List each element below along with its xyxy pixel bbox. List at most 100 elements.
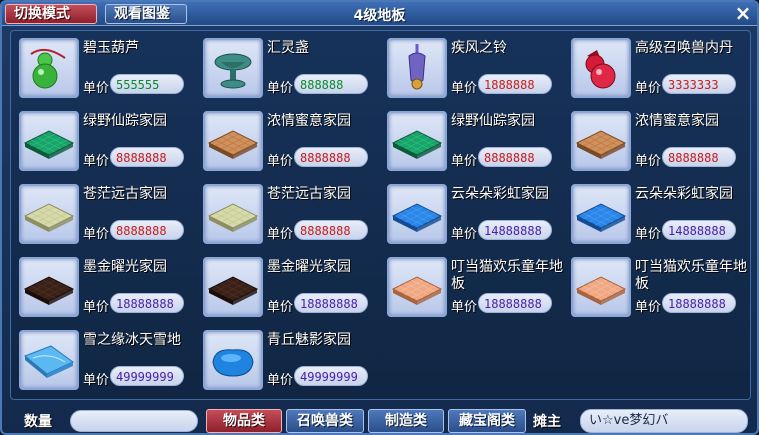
price-value: 8888888 — [294, 147, 368, 167]
stall-window: 切换模式 观看图鉴 4级地板 × 碧玉葫芦 单价 555555 汇灵盏 单价 888888… — [0, 0, 759, 435]
item-name: 墨金曜光家园 — [267, 259, 351, 275]
green-floor-icon[interactable] — [19, 111, 79, 171]
price-label: 单价 — [83, 373, 110, 388]
beige-floor-icon[interactable] — [19, 184, 79, 244]
item-name: 云朵朵彩虹家园 — [451, 186, 549, 202]
blue-blob-icon[interactable] — [203, 330, 263, 390]
price-label: 单价 — [451, 227, 478, 242]
price-label: 单价 — [83, 81, 110, 96]
item-slot[interactable]: 苍茫远古家园 单价 8888888 — [15, 180, 197, 250]
price-label: 单价 — [83, 154, 110, 169]
price-value: 8888888 — [478, 147, 552, 167]
item-name: 苍茫远古家园 — [83, 186, 167, 202]
price-label: 单价 — [267, 154, 294, 169]
item-slot[interactable]: 碧玉葫芦 单价 555555 — [15, 34, 197, 104]
price-value: 8888888 — [110, 220, 184, 240]
tab-treasure[interactable]: 藏宝阁类 — [448, 409, 526, 433]
price-value: 49999999 — [110, 366, 184, 386]
item-slot[interactable]: 墨金曜光家园 单价 18888888 — [199, 253, 381, 323]
peach-floor-icon[interactable] — [387, 257, 447, 317]
price-label: 单价 — [83, 227, 110, 242]
brown-floor-icon[interactable] — [571, 111, 631, 171]
item-slot[interactable]: 浓情蜜意家园 单价 8888888 — [567, 107, 749, 177]
tab-items[interactable]: 物品类 — [206, 409, 282, 433]
price-value: 888888 — [294, 74, 368, 94]
quantity-input[interactable] — [70, 410, 198, 432]
quantity-label: 数量 — [24, 414, 52, 430]
price-value: 555555 — [110, 74, 184, 94]
item-slot[interactable]: 绿野仙踪家园 单价 8888888 — [383, 107, 565, 177]
item-slot[interactable]: 高级召唤兽内丹 单价 3333333 — [567, 34, 749, 104]
owner-name: い☆ve梦幻バ — [580, 409, 748, 433]
item-slot[interactable]: 墨金曜光家园 单价 18888888 — [15, 253, 197, 323]
item-slot[interactable]: 雪之缘冰天雪地 单价 49999999 — [15, 326, 197, 396]
price-value: 8888888 — [110, 147, 184, 167]
item-slot[interactable]: 绿野仙踪家园 单价 8888888 — [15, 107, 197, 177]
price-label: 单价 — [635, 81, 662, 96]
price-label: 单价 — [451, 81, 478, 96]
price-value: 18888888 — [294, 293, 368, 313]
price-label: 单价 — [83, 300, 110, 315]
item-name: 浓情蜜意家园 — [267, 113, 351, 129]
item-grid: 碧玉葫芦 单价 555555 汇灵盏 单价 888888 疾风之铃 单价 1888888 高级召唤… — [10, 30, 751, 400]
item-slot[interactable]: 叮当猫欢乐童年地板单价 18888888 — [567, 253, 749, 323]
item-name: 绿野仙踪家园 — [83, 113, 167, 129]
item-name: 汇灵盏 — [267, 40, 309, 56]
item-slot[interactable]: 云朵朵彩虹家园 单价 14888888 — [567, 180, 749, 250]
price-value: 1888888 — [478, 74, 552, 94]
item-name: 苍茫远古家园 — [267, 186, 351, 202]
price-label: 单价 — [635, 300, 662, 315]
item-slot[interactable]: 浓情蜜意家园 单价 8888888 — [199, 107, 381, 177]
black-floor-icon[interactable] — [203, 257, 263, 317]
ice-floor-icon[interactable] — [19, 330, 79, 390]
bell-icon[interactable] — [387, 38, 447, 98]
peach-floor-icon[interactable] — [571, 257, 631, 317]
black-floor-icon[interactable] — [19, 257, 79, 317]
item-slot[interactable]: 叮当猫欢乐童年地板单价 18888888 — [383, 253, 565, 323]
item-name: 高级召唤兽内丹 — [635, 40, 733, 56]
gourd-icon[interactable] — [19, 38, 79, 98]
item-name: 叮当猫欢乐童年地板 — [635, 259, 747, 292]
bottom-bar: 数量 物品类 召唤兽类 制造类 藏宝阁类 摊主 い☆ve梦幻バ — [2, 404, 757, 433]
item-name: 疾风之铃 — [451, 40, 507, 56]
lamp-icon[interactable] — [203, 38, 263, 98]
price-label: 单价 — [267, 300, 294, 315]
item-name: 云朵朵彩虹家园 — [635, 186, 733, 202]
tab-summons[interactable]: 召唤兽类 — [286, 409, 364, 433]
price-value: 49999999 — [294, 366, 368, 386]
price-label: 单价 — [635, 154, 662, 169]
tab-crafting[interactable]: 制造类 — [368, 409, 444, 433]
price-value: 18888888 — [478, 293, 552, 313]
price-label: 单价 — [267, 227, 294, 242]
blue-floor-icon[interactable] — [571, 184, 631, 244]
price-value: 18888888 — [662, 293, 736, 313]
item-slot[interactable]: 云朵朵彩虹家园 单价 14888888 — [383, 180, 565, 250]
item-slot[interactable]: 苍茫远古家园 单价 8888888 — [199, 180, 381, 250]
title-bar: 切换模式 观看图鉴 4级地板 × — [2, 2, 757, 26]
price-label: 单价 — [451, 300, 478, 315]
item-name: 墨金曜光家园 — [83, 259, 167, 275]
price-label: 单价 — [267, 81, 294, 96]
item-name: 浓情蜜意家园 — [635, 113, 719, 129]
blue-floor-icon[interactable] — [387, 184, 447, 244]
brown-floor-icon[interactable] — [203, 111, 263, 171]
item-slot[interactable]: 汇灵盏单价 888888 — [199, 34, 381, 104]
green-floor-icon[interactable] — [387, 111, 447, 171]
window-title: 4级地板 — [353, 8, 406, 24]
price-value: 8888888 — [294, 220, 368, 240]
beige-floor-icon[interactable] — [203, 184, 263, 244]
item-name: 叮当猫欢乐童年地板 — [451, 259, 563, 292]
item-slot[interactable]: 青丘魅影家园 单价 49999999 — [199, 326, 381, 396]
item-name: 青丘魅影家园 — [267, 332, 351, 348]
owner-label: 摊主 — [533, 414, 561, 430]
price-value: 14888888 — [662, 220, 736, 240]
price-label: 单价 — [267, 373, 294, 388]
price-value: 18888888 — [110, 293, 184, 313]
price-value: 14888888 — [478, 220, 552, 240]
price-value: 3333333 — [662, 74, 736, 94]
pearl-icon[interactable] — [571, 38, 631, 98]
close-icon[interactable]: × — [733, 3, 753, 23]
price-label: 单价 — [451, 154, 478, 169]
item-name: 雪之缘冰天雪地 — [83, 332, 181, 348]
item-slot[interactable]: 疾风之铃单价 1888888 — [383, 34, 565, 104]
